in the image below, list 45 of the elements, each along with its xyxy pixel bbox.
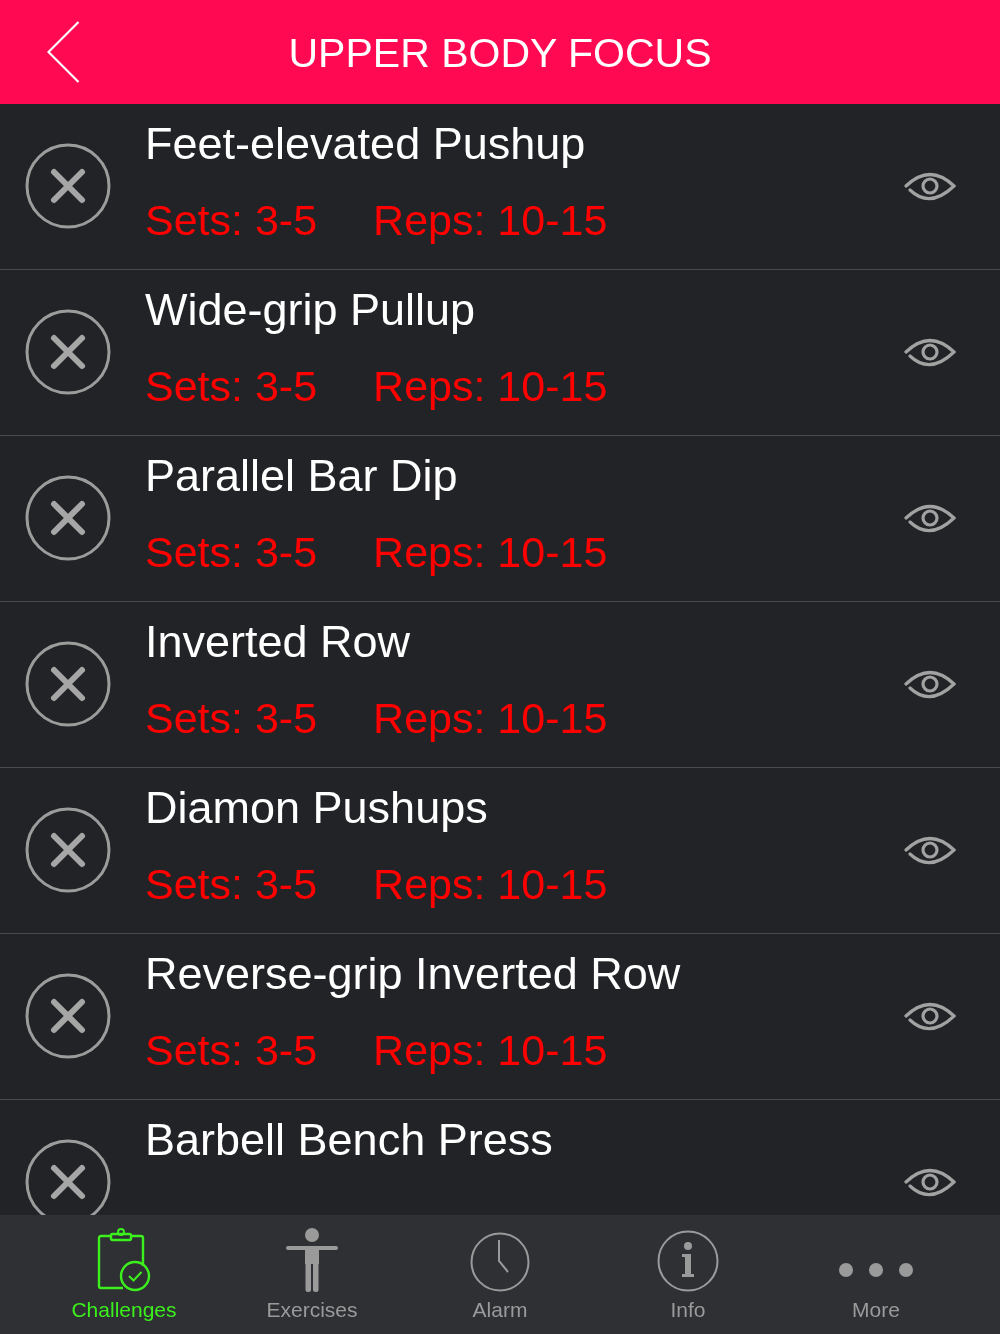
remove-button[interactable] xyxy=(25,807,111,893)
tab[interactable]: Exercises xyxy=(218,1222,406,1334)
tab[interactable]: Alarm xyxy=(406,1222,594,1334)
screen-title: UPPER BODY FOCUS xyxy=(288,29,712,77)
exercise-name: Parallel Bar Dip xyxy=(145,449,459,503)
exercise-name: Barbell Bench Press xyxy=(145,1113,554,1167)
sets-text: Sets: 3-5 xyxy=(145,693,318,744)
clipboard-check-icon xyxy=(97,1228,151,1292)
remove-button[interactable] xyxy=(25,143,111,229)
sets-text: Sets: 3-5 xyxy=(145,859,318,910)
exercise-name: Reverse-grip Inverted Row xyxy=(145,947,682,1001)
tab[interactable]: More xyxy=(782,1222,970,1334)
exercise-name: Inverted Row xyxy=(145,615,412,669)
exercise-name: Diamon Pushups xyxy=(145,781,489,835)
reps-text: Reps: 10-15 xyxy=(373,361,608,412)
x-circle-icon xyxy=(25,973,111,1059)
sets-text: Sets: 3-5 xyxy=(145,1025,318,1076)
exercise-name: Wide-grip Pullup xyxy=(145,283,477,337)
x-circle-icon xyxy=(25,143,111,229)
reps-text: Reps: 10-15 xyxy=(373,527,608,578)
remove-button[interactable] xyxy=(25,641,111,727)
person-icon xyxy=(285,1228,339,1292)
tab[interactable]: Challenges xyxy=(30,1222,218,1334)
clock-icon xyxy=(470,1232,530,1292)
remove-button[interactable] xyxy=(25,309,111,395)
reps-text: Reps: 10-15 xyxy=(373,859,608,910)
chevron-left-icon xyxy=(46,21,80,83)
info-icon xyxy=(657,1230,719,1292)
sets-text: Sets: 3-5 xyxy=(145,527,318,578)
exercise-name: Feet-elevated Pushup xyxy=(145,117,587,171)
back-button[interactable] xyxy=(46,20,80,84)
reps-text: Reps: 10-15 xyxy=(373,1025,608,1076)
sets-text: Sets: 3-5 xyxy=(145,361,318,412)
remove-button[interactable] xyxy=(25,1139,111,1215)
x-circle-icon xyxy=(25,309,111,395)
x-circle-icon xyxy=(25,475,111,561)
tab[interactable]: Info xyxy=(594,1222,782,1334)
remove-button[interactable] xyxy=(25,973,111,1059)
sets-text: Sets: 3-5 xyxy=(145,195,318,246)
remove-button[interactable] xyxy=(25,475,111,561)
reps-text: Reps: 10-15 xyxy=(373,195,608,246)
reps-text: Reps: 10-15 xyxy=(373,693,608,744)
more-dots-icon xyxy=(838,1262,914,1278)
x-circle-icon xyxy=(25,807,111,893)
x-circle-icon xyxy=(25,641,111,727)
